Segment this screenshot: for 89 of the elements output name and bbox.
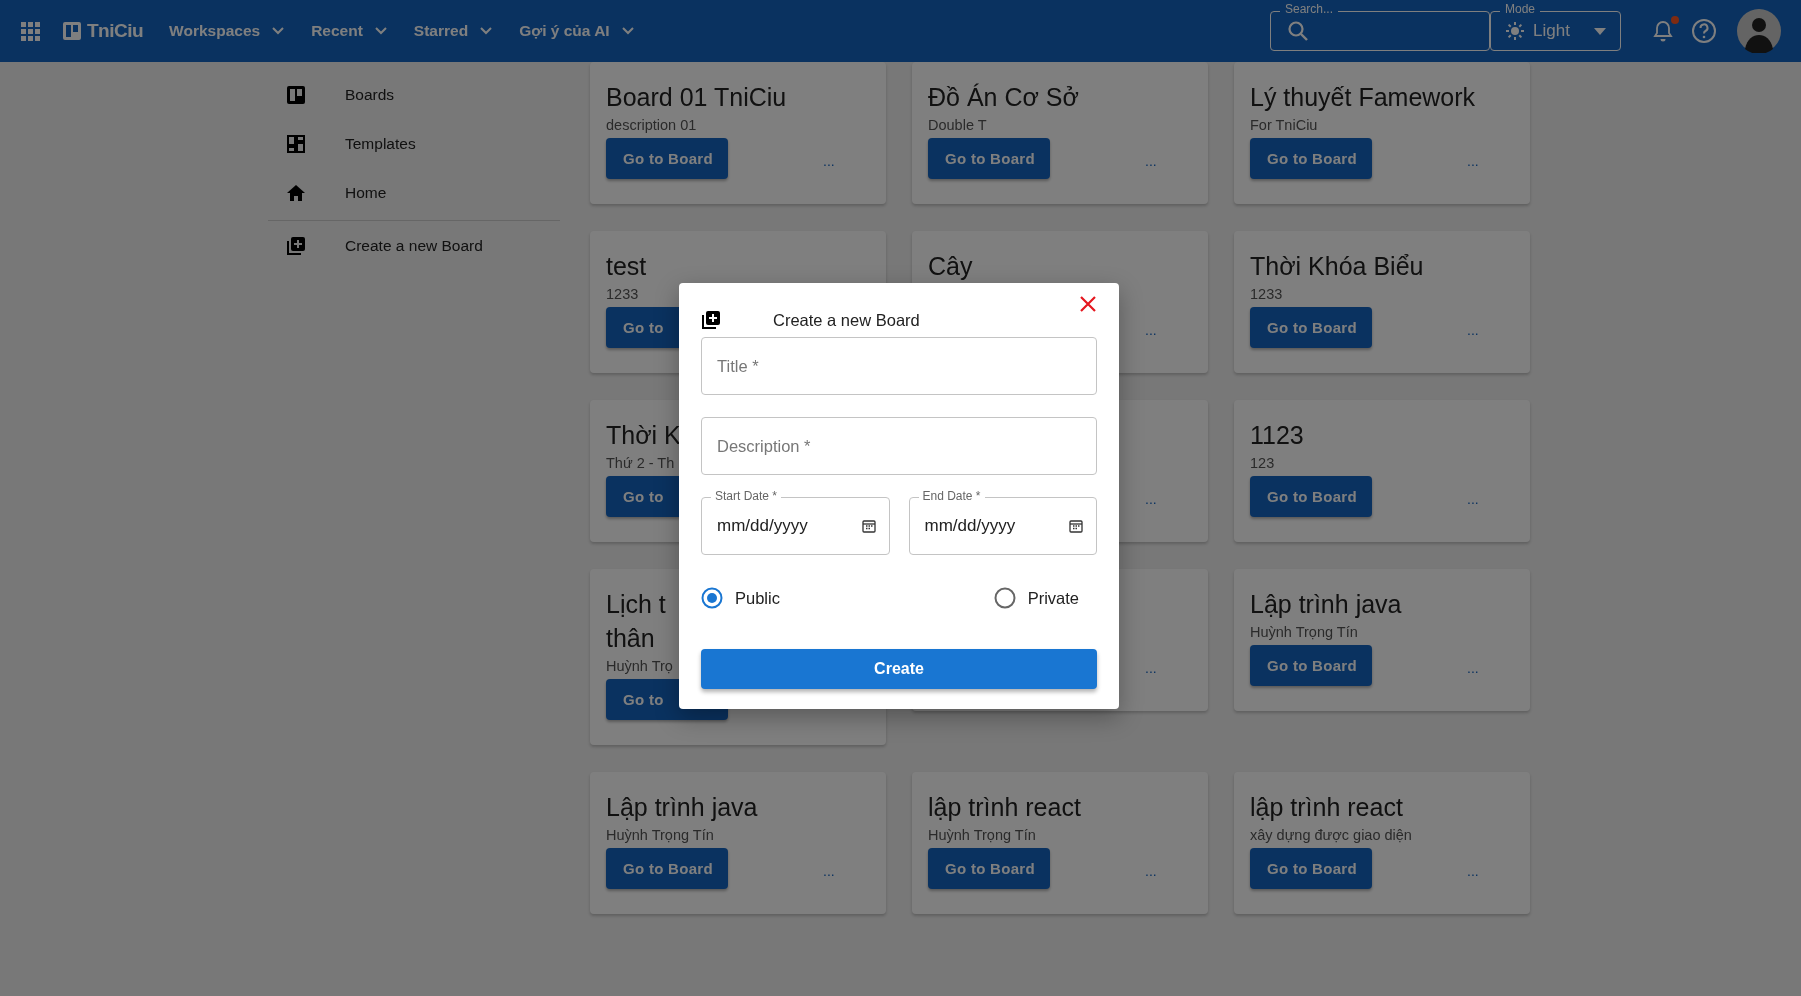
board-description: Thứ 2 - Th <box>606 455 675 471</box>
chevron-down-icon <box>374 27 387 35</box>
board-title: Thời K <box>606 420 681 451</box>
board-title: Đồ Án Cơ Sở <box>928 82 1079 113</box>
app-name: TniCiu <box>87 20 144 42</box>
sidebar-item-label: Boards <box>345 85 395 104</box>
board-description: 123 <box>1250 455 1275 471</box>
board-icon <box>62 21 82 41</box>
add-board-icon <box>285 235 307 256</box>
nav-menu[interactable]: Starred <box>413 16 493 46</box>
go-to-board-button[interactable]: Go to Board <box>1250 645 1372 686</box>
board-title: Lập trình java <box>1250 589 1402 620</box>
more-options[interactable]: ... <box>1467 659 1479 676</box>
more-options[interactable]: ... <box>1467 321 1479 338</box>
board-title: Cây <box>928 251 973 282</box>
board-title: lập trình react <box>1250 792 1403 823</box>
sidebar-item[interactable]: Templates <box>268 119 560 168</box>
chevron-down-icon <box>480 27 493 35</box>
close-icon[interactable] <box>1079 295 1097 313</box>
go-to-board-button[interactable]: Go to Board <box>1250 307 1372 348</box>
board-description: For TniCiu <box>1250 117 1318 133</box>
sidebar-item-label: Create a new Board <box>345 236 483 255</box>
board-icon <box>285 85 307 104</box>
sidebar-item[interactable]: Create a new Board <box>268 221 560 270</box>
board-title: lập trình react <box>928 792 1081 823</box>
board-title: Lập trình java <box>606 792 758 823</box>
go-to-board-button[interactable]: Go to Board <box>1250 476 1372 517</box>
add-board-icon <box>701 310 721 330</box>
board-title: Board 01 TniCiu <box>606 82 787 113</box>
title-field[interactable]: Title * <box>701 337 1097 395</box>
nav-menu[interactable]: Recent <box>311 16 387 46</box>
board-description: Huỳnh Trọng Tín <box>928 827 1036 843</box>
more-options[interactable]: ... <box>1467 152 1479 169</box>
sidebar-item-label: Home <box>345 183 387 202</box>
board-title: 1123 <box>1250 420 1304 451</box>
home-icon <box>285 184 307 201</box>
nav-menu[interactable]: Workspaces <box>169 16 285 46</box>
mode-label: Mode <box>1500 2 1541 16</box>
chevron-down-icon <box>621 27 634 35</box>
more-options[interactable]: ... <box>1467 490 1479 507</box>
sidebar-item-label: Templates <box>345 134 416 153</box>
sun-icon <box>1505 21 1525 41</box>
board-title: Thời Khóa Biểu <box>1250 251 1424 282</box>
more-options[interactable]: ... <box>1145 490 1157 507</box>
chevron-down-icon <box>272 27 285 35</box>
help-icon[interactable] <box>1691 18 1717 44</box>
more-options[interactable]: ... <box>1145 152 1157 169</box>
search-label: Search... <box>1280 2 1339 16</box>
board-description: Huỳnh Trọ <box>606 658 673 674</box>
more-options[interactable]: ... <box>823 152 835 169</box>
notification-bell-icon[interactable] <box>1651 19 1675 43</box>
board-description: 1233 <box>1250 286 1283 302</box>
apps-grid-icon[interactable] <box>20 21 40 41</box>
board-title: test <box>606 251 647 282</box>
dropdown-caret-icon <box>1594 27 1606 35</box>
go-to-board-button[interactable]: Go to Board <box>928 138 1050 179</box>
sidebar-item[interactable]: Home <box>268 168 560 217</box>
board-description: description 01 <box>606 117 697 133</box>
dialog-title: Create a new Board <box>773 310 920 330</box>
board-description: xây dựng được giao diện <box>1250 827 1412 843</box>
more-options[interactable]: ... <box>1467 862 1479 879</box>
calendar-icon[interactable] <box>861 519 876 533</box>
dashboard-icon <box>285 134 307 153</box>
app-logo[interactable]: TniCiu <box>62 20 144 42</box>
calendar-icon[interactable] <box>1069 519 1083 533</box>
avatar[interactable] <box>1737 9 1781 53</box>
more-options[interactable]: ... <box>1145 321 1157 338</box>
board-description: 1233 <box>606 286 639 302</box>
visibility-option[interactable]: Public <box>701 587 780 609</box>
go-to-board-button[interactable]: Go to Board <box>928 848 1050 889</box>
board-title: Lịch t thân <box>606 589 666 654</box>
sidebar-item[interactable]: Boards <box>268 70 560 119</box>
more-options[interactable]: ... <box>1145 659 1157 676</box>
go-to-board-button[interactable]: Go to Board <box>606 848 728 889</box>
board-description: Huỳnh Trọng Tín <box>1250 624 1358 640</box>
mode-value: Light <box>1533 21 1571 41</box>
go-to-board-button[interactable]: Go to Board <box>1250 138 1372 179</box>
more-options[interactable]: ... <box>1145 862 1157 879</box>
board-description: Double T <box>928 117 987 133</box>
nav-menu[interactable]: Gợi ý của AI <box>519 16 634 46</box>
search-icon <box>1287 20 1309 42</box>
create-button[interactable]: Create <box>701 649 1097 689</box>
more-options[interactable]: ... <box>823 862 835 879</box>
go-to-board-button[interactable]: Go to Board <box>606 138 728 179</box>
board-title: Lý thuyết Famework <box>1250 82 1476 113</box>
description-field[interactable]: Description * <box>701 417 1097 475</box>
go-to-board-button[interactable]: Go to Board <box>1250 848 1372 889</box>
visibility-option[interactable]: Private <box>993 587 1079 609</box>
board-description: Huỳnh Trọng Tín <box>606 827 714 843</box>
